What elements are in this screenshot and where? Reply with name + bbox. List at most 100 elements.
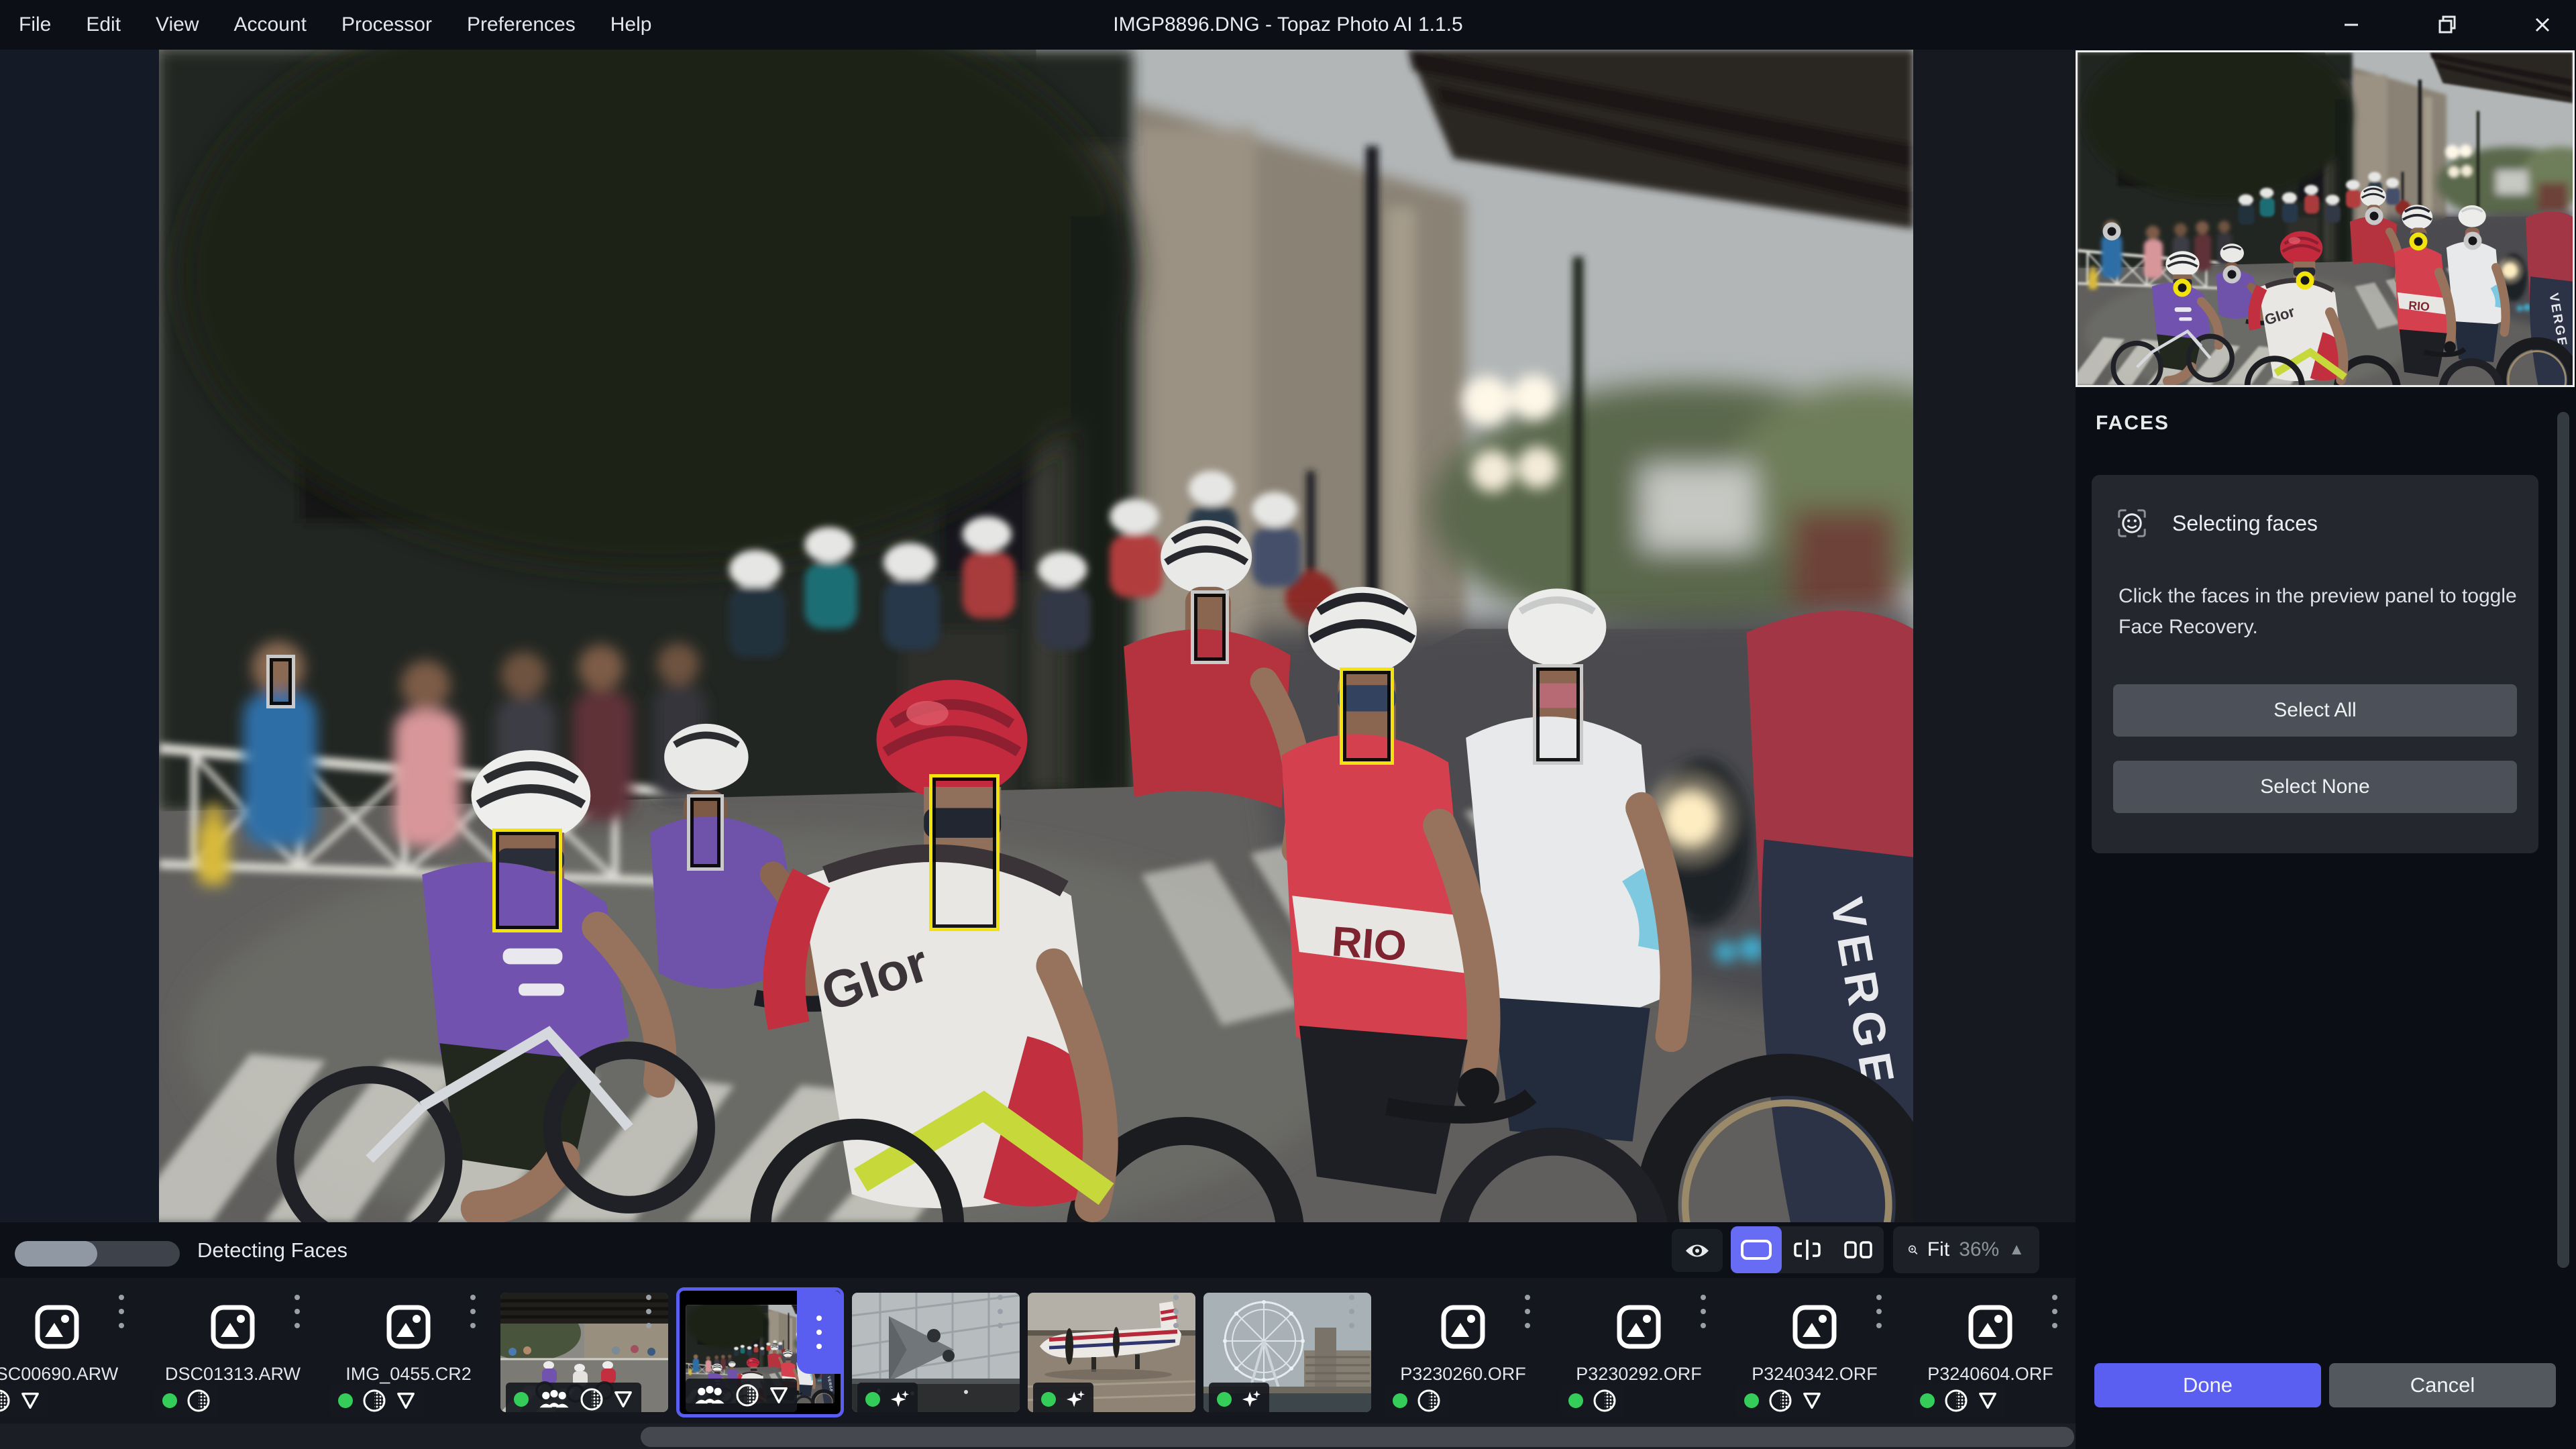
- autopilot-badge-strip: [330, 1384, 424, 1417]
- denoise-badge-icon: [1417, 1389, 1441, 1413]
- menu-processor[interactable]: Processor: [341, 13, 432, 36]
- navigation-thumbnail-image: [2078, 52, 2573, 385]
- filmstrip-item-5[interactable]: [676, 1278, 844, 1449]
- image-placeholder-icon: [211, 1305, 255, 1349]
- minimize-button[interactable]: [2331, 5, 2371, 44]
- thumbnail-menu-button[interactable]: [1173, 1295, 1179, 1328]
- right-panel: FACES Selecting faces Click the faces in…: [2076, 50, 2576, 1449]
- menu-view[interactable]: View: [156, 13, 199, 36]
- cancel-button[interactable]: Cancel: [2329, 1363, 2556, 1407]
- ready-status-dot: [1041, 1392, 1056, 1407]
- view-split-button[interactable]: [1782, 1226, 1833, 1273]
- sharpen-badge-icon: [613, 1389, 633, 1409]
- ready-status-dot: [1920, 1393, 1935, 1408]
- view-side-by-side-button[interactable]: [1833, 1226, 1884, 1273]
- menu-edit[interactable]: Edit: [86, 13, 121, 36]
- sharpen-badge-icon: [396, 1391, 416, 1411]
- filmstrip-item-12[interactable]: P3240604.ORF: [1907, 1278, 2074, 1449]
- denoise-badge-icon: [1593, 1389, 1617, 1413]
- thumbnail-menu-button[interactable]: [1701, 1295, 1706, 1328]
- face-box-2[interactable]: [492, 828, 563, 933]
- thumbnail-menu-button[interactable]: [1349, 1295, 1354, 1328]
- close-button[interactable]: [2522, 5, 2563, 44]
- image-placeholder-icon: [1792, 1305, 1837, 1349]
- ready-status-dot: [865, 1392, 880, 1407]
- preview-face-marker-3[interactable]: [2223, 266, 2241, 284]
- panel-scrollbar[interactable]: [2557, 412, 2569, 1268]
- autopilot-badge-strip: [154, 1384, 219, 1417]
- status-bar: Detecting Faces Fit 36% ▲: [0, 1222, 2076, 1278]
- filmstrip-item-2[interactable]: DSC01313.ARW: [149, 1278, 317, 1449]
- thumbnail-menu-button[interactable]: [1525, 1295, 1530, 1328]
- autopilot-badge-strip: [1560, 1384, 1625, 1417]
- thumbnail-menu-button[interactable]: [998, 1295, 1003, 1328]
- thumbnail-menu-button[interactable]: [646, 1295, 651, 1328]
- preview-face-marker-1[interactable]: [2102, 223, 2121, 241]
- image-placeholder-icon: [386, 1305, 431, 1349]
- menu-file[interactable]: File: [19, 13, 51, 36]
- preview-face-marker-6[interactable]: [2409, 232, 2427, 250]
- filmstrip-item-11[interactable]: P3240342.ORF: [1731, 1278, 1898, 1449]
- sharpen-badge-icon: [1978, 1391, 1998, 1411]
- show-original-button[interactable]: [1672, 1229, 1723, 1272]
- menu-account[interactable]: Account: [234, 13, 307, 36]
- zoom-icon: [1908, 1240, 1918, 1260]
- autopilot-badge-strip: [1912, 1384, 2006, 1417]
- autopilot-badge-strip: [506, 1383, 641, 1416]
- ready-status-dot: [514, 1392, 529, 1407]
- view-mode-group: [1731, 1226, 1884, 1273]
- filmstrip-item-7[interactable]: [1028, 1278, 1195, 1449]
- preview-face-marker-4[interactable]: [2296, 271, 2314, 289]
- filmstrip-item-3[interactable]: IMG_0455.CR2: [325, 1278, 492, 1449]
- enhance-badge-icon: [1065, 1389, 1085, 1409]
- face-box-4[interactable]: [929, 774, 1000, 931]
- filmstrip-item-1[interactable]: SC00690.ARW: [0, 1278, 141, 1449]
- denoise-badge-icon: [362, 1389, 386, 1413]
- filmstrip-filename: P3240342.ORF: [1752, 1364, 1878, 1385]
- face-recovery-badge-icon: [694, 1385, 726, 1405]
- filmstrip-item-9[interactable]: P3230260.ORF: [1379, 1278, 1547, 1449]
- face-box-3[interactable]: [687, 794, 724, 871]
- main-photo-preview[interactable]: [159, 50, 1913, 1222]
- filmstrip-item-6[interactable]: [852, 1278, 1020, 1449]
- preview-face-marker-7[interactable]: [2463, 232, 2481, 250]
- thumbnail-menu-button[interactable]: [1876, 1295, 1882, 1328]
- menu-preferences[interactable]: Preferences: [467, 13, 576, 36]
- thumbnail-menu-button[interactable]: [470, 1295, 476, 1328]
- thumbnail-menu-button[interactable]: [797, 1291, 841, 1374]
- restore-button[interactable]: [2427, 5, 2467, 44]
- select-none-button[interactable]: Select None: [2113, 761, 2517, 813]
- filmstrip-item-8[interactable]: [1203, 1278, 1371, 1449]
- autopilot-badge-strip: [0, 1384, 48, 1417]
- thumbnail-menu-button[interactable]: [2052, 1295, 2057, 1328]
- filmstrip-filename: P3240604.ORF: [1927, 1364, 2053, 1385]
- filmstrip-filename: P3230260.ORF: [1400, 1364, 1526, 1385]
- filmstrip-item-4[interactable]: [500, 1278, 668, 1449]
- filmstrip-filename: SC00690.ARW: [0, 1364, 118, 1385]
- navigation-thumbnail[interactable]: [2076, 50, 2575, 387]
- filmstrip-item-10[interactable]: P3230292.ORF: [1555, 1278, 1723, 1449]
- canvas-area: [0, 50, 2076, 1222]
- view-single-button[interactable]: [1731, 1226, 1782, 1273]
- select-all-button[interactable]: Select All: [2113, 684, 2517, 737]
- filmstrip-filename: DSC01313.ARW: [165, 1364, 301, 1385]
- single-view-icon: [1740, 1239, 1772, 1260]
- face-box-5[interactable]: [1191, 590, 1230, 664]
- preview-face-marker-2[interactable]: [2173, 279, 2191, 297]
- thumbnail-menu-button[interactable]: [119, 1295, 124, 1328]
- zoom-control[interactable]: Fit 36% ▲: [1893, 1226, 2039, 1273]
- preview-face-marker-5[interactable]: [2365, 207, 2383, 225]
- autopilot-badge-strip: [1736, 1384, 1830, 1417]
- face-recovery-badge-icon: [538, 1389, 570, 1409]
- split-view-icon: [1792, 1239, 1822, 1260]
- thumbnail-menu-button[interactable]: [294, 1295, 300, 1328]
- faces-status-title: Selecting faces: [2172, 511, 2318, 536]
- face-box-1[interactable]: [266, 655, 295, 708]
- title-bar: File Edit View Account Processor Prefere…: [0, 0, 2576, 50]
- sharpen-badge-icon: [769, 1385, 789, 1405]
- face-box-7[interactable]: [1533, 664, 1584, 765]
- menu-help[interactable]: Help: [610, 13, 652, 36]
- restore-icon: [2436, 13, 2459, 36]
- face-box-6[interactable]: [1340, 667, 1394, 765]
- done-button[interactable]: Done: [2094, 1363, 2321, 1407]
